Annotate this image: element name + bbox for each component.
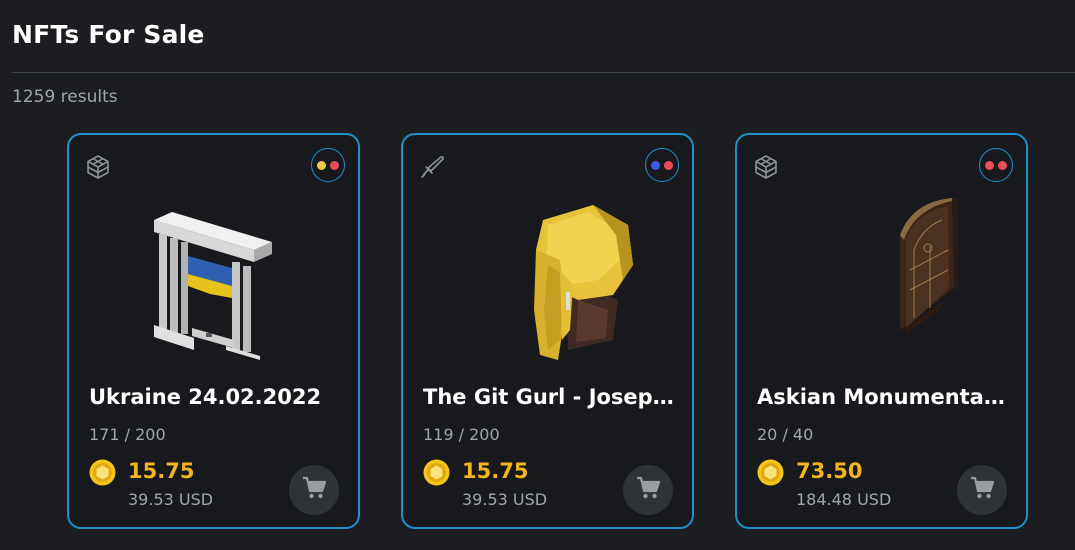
nft-price-usd: 184.48 USD [796,490,892,509]
nft-name[interactable]: Ukraine 24.02.2022 [89,385,342,409]
cube-icon [84,153,112,181]
nft-name[interactable]: The Git Gurl - Josep... [423,385,676,409]
nft-supply: 119 / 200 [423,425,500,444]
add-to-cart-button[interactable] [289,465,339,515]
rarity-dots-button[interactable] [979,148,1013,182]
rarity-dots-button[interactable] [645,148,679,182]
coin-icon [423,459,450,486]
nft-price-usd: 39.53 USD [462,490,548,509]
nft-price: 73.50 [796,459,863,483]
nft-image[interactable] [448,190,648,360]
nft-image[interactable] [114,190,314,360]
rarity-dot [317,160,326,170]
rarity-dots-button[interactable] [311,148,345,182]
nft-image[interactable] [782,190,982,360]
nft-card-ukraine[interactable]: Ukraine 24.02.2022 171 / 200 15.75 39.53… [67,133,360,529]
add-to-cart-button[interactable] [623,465,673,515]
sword-icon [418,153,446,181]
rarity-dot [664,160,673,170]
nft-card-askian[interactable]: Askian Monumental ... 20 / 40 73.50 184.… [735,133,1028,529]
page-title: NFTs For Sale [12,20,205,49]
nft-supply: 171 / 200 [89,425,166,444]
cube-icon [752,153,780,181]
nft-price-usd: 39.53 USD [128,490,214,509]
nft-name[interactable]: Askian Monumental ... [757,385,1010,409]
nft-price: 15.75 [128,459,195,483]
rarity-dot [651,160,660,170]
nft-price: 15.75 [462,459,529,483]
coin-icon [89,459,116,486]
cart-icon [635,475,661,505]
cart-icon [969,475,995,505]
divider [12,72,1075,73]
add-to-cart-button[interactable] [957,465,1007,515]
rarity-dot [998,160,1007,170]
nft-card-git-gurl[interactable]: The Git Gurl - Josep... 119 / 200 15.75 … [401,133,694,529]
coin-icon [757,459,784,486]
nft-supply: 20 / 40 [757,425,814,444]
cart-icon [301,475,327,505]
results-count: 1259 results [12,87,118,107]
rarity-dot [330,160,339,170]
page: NFTs For Sale 1259 results Ukraine 24.02… [0,0,1075,550]
rarity-dot [985,160,994,170]
